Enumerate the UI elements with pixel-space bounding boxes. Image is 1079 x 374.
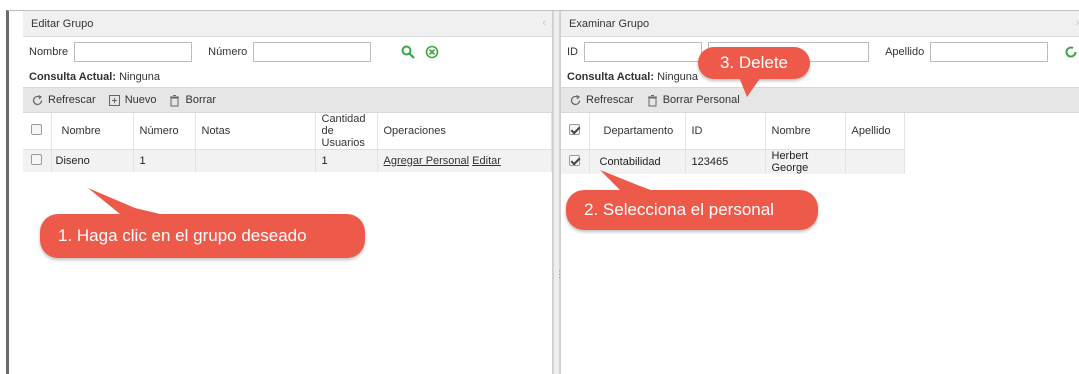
edit-group-header: Editar Grupo ‹: [23, 11, 552, 37]
row-name[interactable]: Diseno: [51, 149, 134, 172]
row-number: 1: [133, 149, 196, 172]
add-personnel-link[interactable]: Agregar Personal: [384, 155, 470, 167]
col-name[interactable]: Nombre: [51, 113, 134, 150]
select-all-checkbox[interactable]: [569, 123, 581, 135]
callout-step-2: 2. Selecciona el personal: [566, 190, 818, 230]
browse-group-header: Examinar Grupo ›: [561, 11, 1079, 37]
browse-current-query-label: Consulta Actual:: [567, 71, 654, 83]
search-icon[interactable]: [399, 43, 417, 61]
chevron-right-icon[interactable]: ›: [1075, 17, 1079, 29]
edit-group-search-row: Nombre Número: [23, 37, 552, 67]
browse-group-title: Examinar Grupo: [569, 18, 650, 30]
clear-circle-x-icon[interactable]: [423, 43, 441, 61]
refresh-icon: [32, 94, 43, 105]
panel-splitter[interactable]: ⋮: [553, 11, 564, 374]
col-user-count[interactable]: Cantidad de Usuarios: [315, 113, 378, 150]
id-label: ID: [567, 46, 578, 58]
col-user-count-line1: Cantidad de: [321, 113, 366, 137]
row-user-count: 1: [315, 149, 378, 172]
lastname-input[interactable]: [930, 42, 1049, 62]
browse-current-query: Consulta Actual: Ninguna: [561, 67, 1079, 87]
callout-step-3: 3. Delete: [698, 47, 810, 79]
browse-group-toolbar: Refrescar Borrar Personal: [561, 87, 1079, 113]
row-lastname: [845, 149, 905, 174]
callout-step-2-text: 2. Selecciona el personal: [584, 200, 774, 219]
col-id[interactable]: ID: [685, 113, 766, 149]
col-number[interactable]: Número: [133, 113, 196, 150]
row-name: Herbert George: [765, 149, 846, 174]
refresh-label: Refrescar: [48, 94, 96, 106]
group-number-input[interactable]: [253, 42, 372, 62]
new-record-icon: [108, 94, 120, 106]
trash-icon: [647, 94, 657, 106]
select-all-cell: [561, 113, 590, 149]
row-checkbox[interactable]: [31, 153, 43, 165]
row-checkbox-cell: [23, 149, 52, 172]
current-query-label: Consulta Actual:: [29, 71, 116, 83]
callout-3-pointer: [739, 77, 761, 97]
callout-step-1: 1. Haga clic en el grupo deseado: [40, 214, 365, 258]
select-all-cell: [23, 113, 52, 150]
col-notes[interactable]: Notas: [195, 113, 316, 150]
refresh-search-icon[interactable]: [1062, 43, 1079, 61]
groups-table-header: Nombre Número Notas Cantidad de Usuarios…: [23, 113, 552, 150]
chevron-left-icon[interactable]: ‹: [542, 17, 546, 29]
personnel-id-input[interactable]: [584, 42, 702, 62]
edit-group-toolbar: Refrescar Nuevo Borrar: [23, 87, 552, 113]
refresh-icon: [570, 94, 581, 105]
trash-icon: [170, 94, 180, 106]
refresh-button[interactable]: Refrescar: [31, 94, 96, 107]
edit-group-title: Editar Grupo: [31, 18, 94, 30]
group-name-input[interactable]: [74, 42, 193, 62]
number-label: Número: [208, 46, 248, 58]
lastname-label: Apellido: [885, 46, 925, 58]
col-lastname[interactable]: Apellido: [845, 113, 905, 149]
callout-1-pointer: [88, 188, 160, 214]
delete-label: Borrar: [185, 94, 217, 106]
personnel-table-header: Departamento ID Nombre Apellido: [561, 113, 905, 149]
row-notes: [195, 149, 316, 172]
col-department[interactable]: Departamento: [589, 113, 686, 149]
browse-refresh-button[interactable]: Refrescar: [569, 94, 634, 107]
table-row[interactable]: Diseno 1 1 Agregar Personal Editar: [23, 149, 552, 172]
groups-table: Nombre Número Notas Cantidad de Usuarios…: [23, 113, 552, 172]
personnel-table: Departamento ID Nombre Apellido Contabil…: [561, 113, 905, 174]
col-operations: Operaciones: [377, 113, 552, 150]
callout-step-1-text: 1. Haga clic en el grupo deseado: [58, 226, 307, 245]
delete-personnel-label: Borrar Personal: [662, 94, 740, 106]
delete-button[interactable]: Borrar: [168, 94, 216, 107]
edit-link[interactable]: Editar: [472, 155, 501, 167]
select-all-checkbox[interactable]: [31, 124, 43, 135]
row-checkbox-cell: [561, 149, 590, 174]
row-operations: Agregar Personal Editar: [377, 149, 552, 172]
new-button[interactable]: Nuevo: [108, 94, 157, 107]
browse-current-query-value: Ninguna: [657, 71, 699, 83]
browse-refresh-label: Refrescar: [586, 94, 634, 106]
col-name[interactable]: Nombre: [765, 113, 846, 149]
callout-step-3-text: 3. Delete: [719, 53, 789, 72]
new-label: Nuevo: [124, 94, 157, 106]
current-query-value: Ninguna: [119, 71, 161, 83]
name-label: Nombre: [29, 46, 69, 58]
current-query: Consulta Actual: Ninguna: [23, 67, 552, 87]
browse-group-search-row: ID Apellido: [561, 37, 1079, 67]
callout-2-pointer: [600, 170, 656, 192]
delete-personnel-button[interactable]: Borrar Personal: [646, 94, 740, 107]
col-user-count-line2: Usuarios: [321, 137, 365, 149]
row-id: 123465: [685, 149, 766, 174]
row-checkbox[interactable]: [569, 154, 581, 166]
